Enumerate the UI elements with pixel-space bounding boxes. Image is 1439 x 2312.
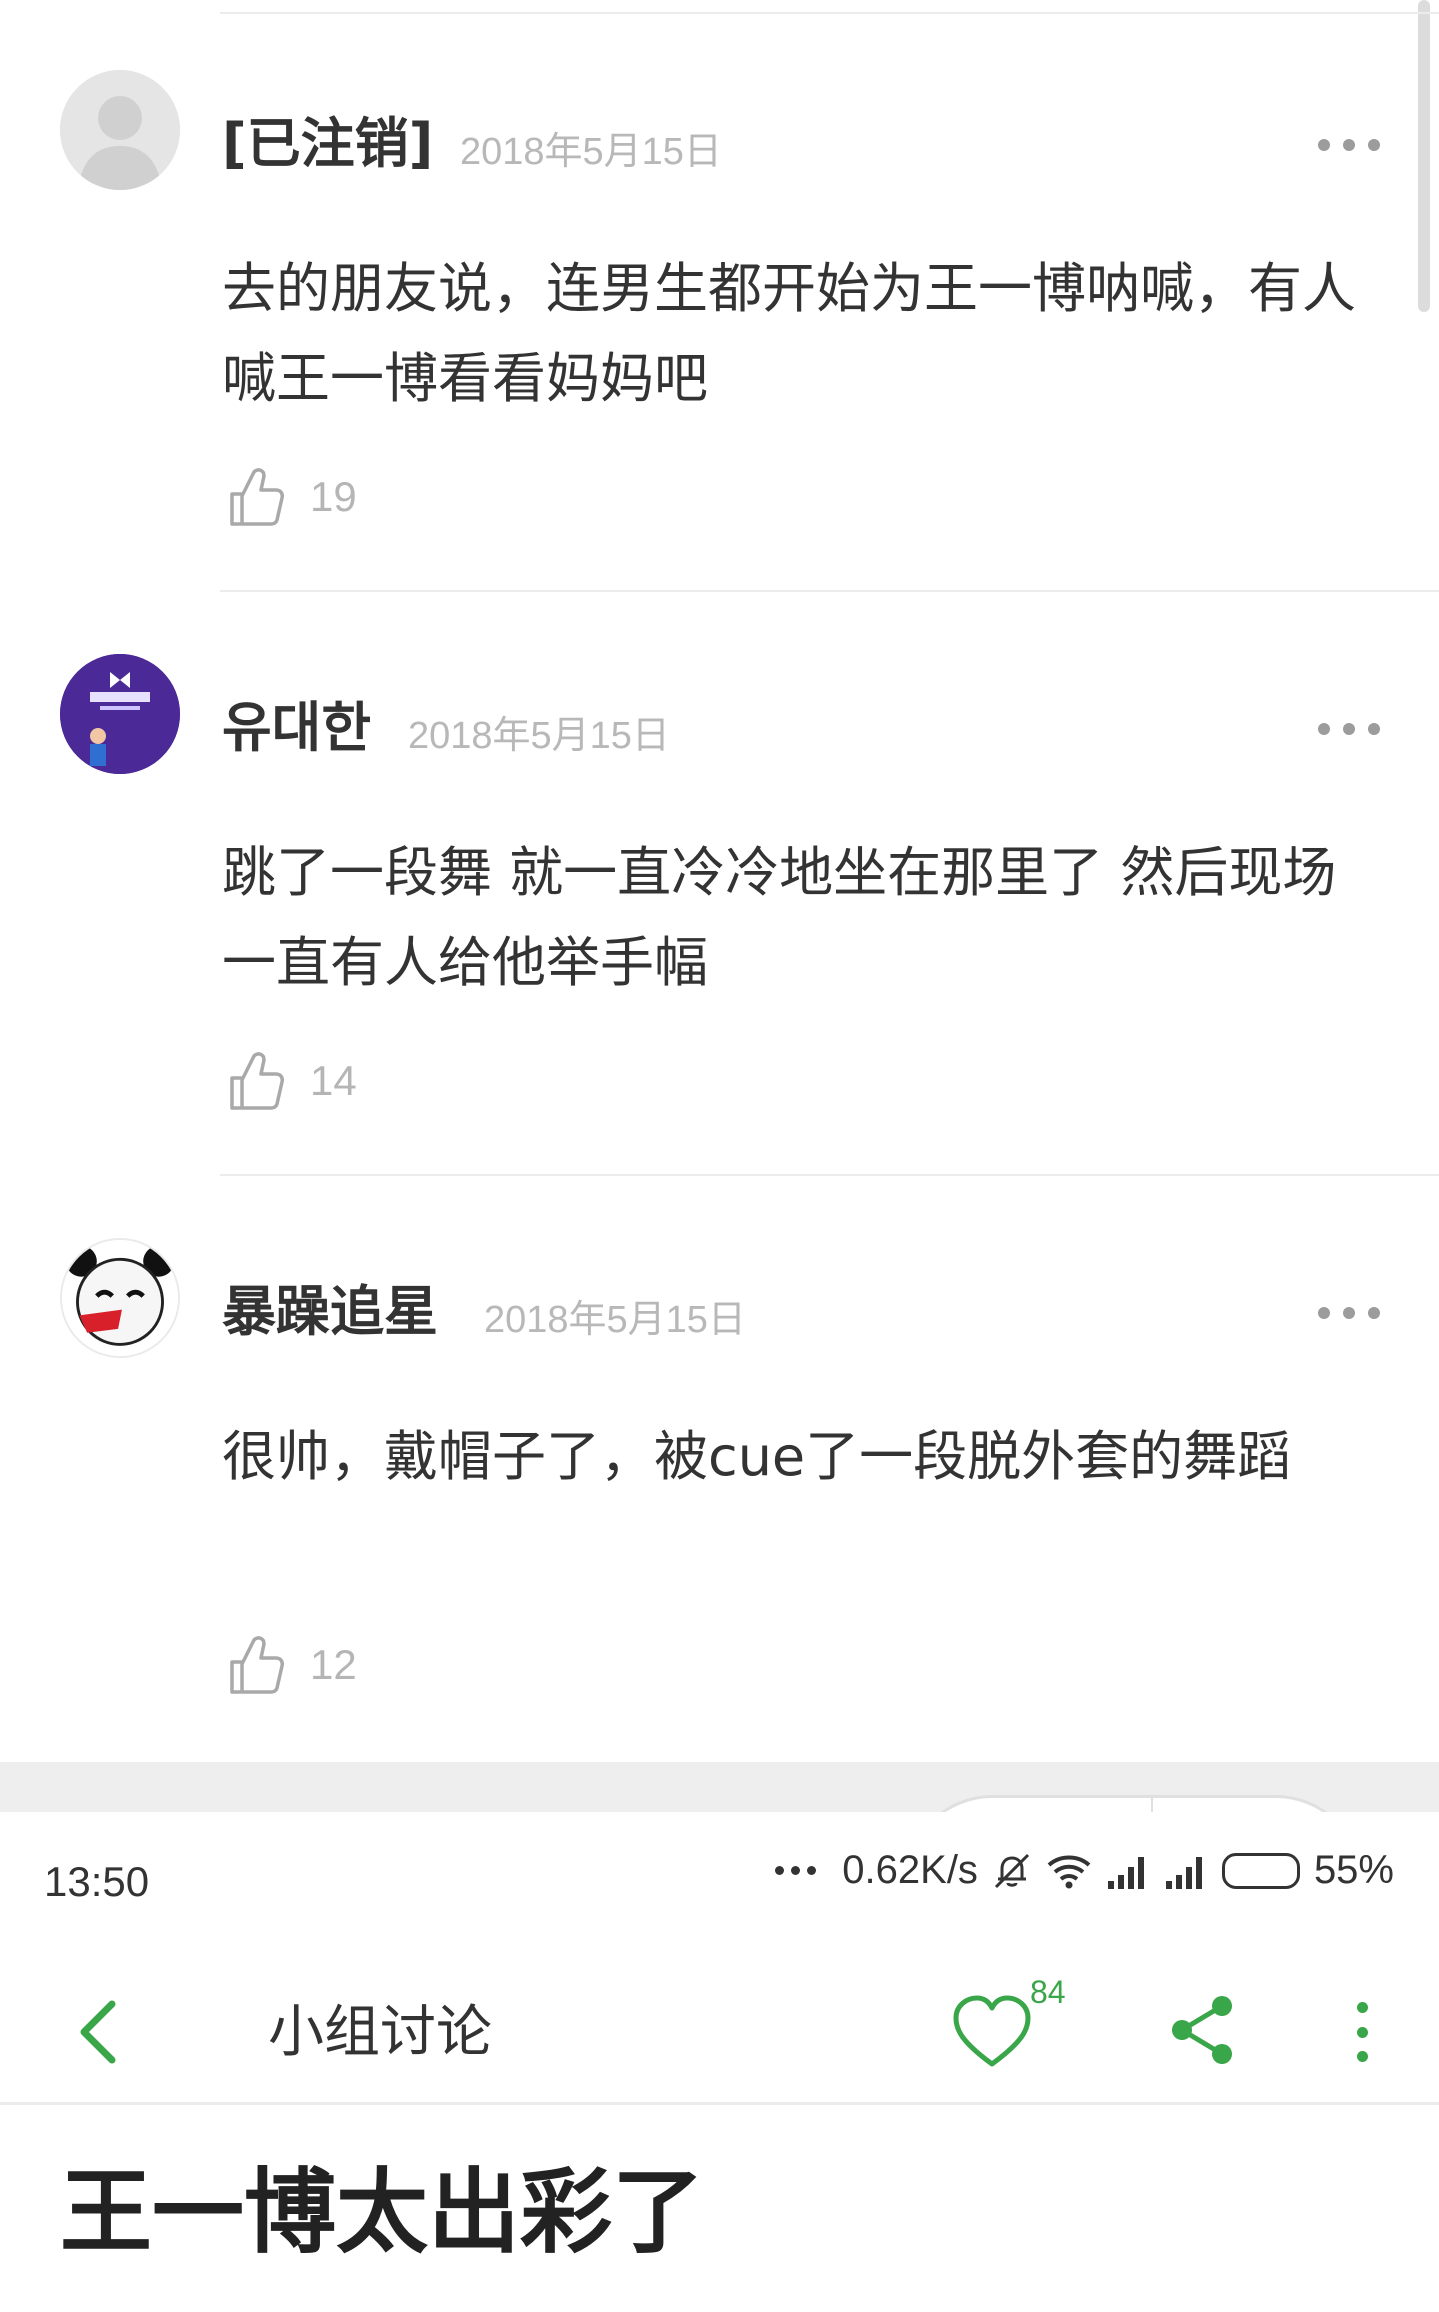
share-icon (1172, 1996, 1232, 2064)
app-bar: 小组讨论 84 (0, 1962, 1439, 2105)
comment-text: 跳了一段舞 就一直冷冷地坐在那里了 然后现场一直有人给他举手幅 (222, 841, 1337, 994)
back-button[interactable] (70, 1992, 130, 2072)
comment-item: 暴躁追星 2018年5月15日 很帅，戴帽子了，被cue了一段脱外套的舞蹈 12 (0, 1176, 1439, 1760)
comment-item: [已注销] 2018年5月15日 去的朋友说，连男生都开始为王一博呐喊，有人喊王… (0, 8, 1439, 592)
group-title: 王一博太出彩了 (60, 2159, 705, 2266)
comment-date: 2018年5月15日 (460, 131, 722, 173)
battery-icon (1221, 1852, 1300, 1889)
avatar[interactable] (60, 1238, 180, 1358)
like-button[interactable]: 12 (228, 1634, 357, 1696)
thumbs-up-icon (230, 1052, 284, 1110)
more-options-button[interactable] (1318, 718, 1380, 740)
comment-date: 2018年5月15日 (408, 715, 670, 757)
wifi-icon (1047, 1855, 1091, 1888)
share-button[interactable] (1166, 1990, 1238, 2070)
comment-text: 去的朋友说，连男生都开始为王一博呐喊，有人喊王一博看看妈妈吧 (222, 257, 1356, 410)
username[interactable]: 유대한 (222, 696, 371, 760)
mute-bell-icon (994, 1853, 1029, 1888)
default-avatar-icon (60, 70, 180, 190)
comment-date: 2018年5月15日 (484, 1299, 746, 1341)
more-options-button[interactable] (1318, 1302, 1380, 1324)
chevron-left-icon (80, 2000, 116, 2064)
more-options-button[interactable] (1318, 134, 1380, 156)
network-speed: 0.62K/s (842, 1848, 978, 1892)
status-time: 13:50 (44, 1858, 150, 1905)
signal-icon (1107, 1856, 1144, 1889)
like-button[interactable]: 19 (228, 466, 357, 528)
avatar[interactable] (60, 70, 180, 190)
favorite-button[interactable] (950, 1992, 1034, 2072)
username[interactable]: 暴躁追星 (222, 1280, 438, 1344)
thumbs-up-icon (230, 1636, 284, 1694)
battery-percent: 55% (1313, 1848, 1394, 1892)
panda-avatar-icon (62, 1240, 178, 1356)
favorite-count: 84 (1030, 1974, 1066, 2010)
thumbs-up-icon (230, 468, 284, 526)
page-title: 小组讨论 (268, 2000, 492, 2065)
more-notifications-icon (775, 1866, 817, 1875)
purple-avatar-icon (60, 654, 180, 774)
like-count: 19 (310, 473, 357, 520)
like-count: 12 (310, 1641, 357, 1688)
avatar[interactable] (60, 654, 180, 774)
comment-text: 很帅，戴帽子了，被cue了一段脱外套的舞蹈 (222, 1425, 1292, 1488)
status-icons: 0.62K/s 55% (775, 1848, 1394, 1893)
username[interactable]: [已注销] (222, 112, 433, 176)
like-button[interactable]: 14 (228, 1050, 357, 1112)
status-bar: 13:50 0.62K/s 55% (0, 1812, 1439, 1962)
like-count: 14 (310, 1057, 357, 1104)
comment-item: 유대한 2018年5月15日 跳了一段舞 就一直冷冷地坐在那里了 然后现场一直有… (0, 592, 1439, 1176)
signal-icon (1165, 1856, 1202, 1889)
overflow-menu-button[interactable] (1352, 2002, 1372, 2062)
heart-icon (953, 1995, 1031, 2067)
